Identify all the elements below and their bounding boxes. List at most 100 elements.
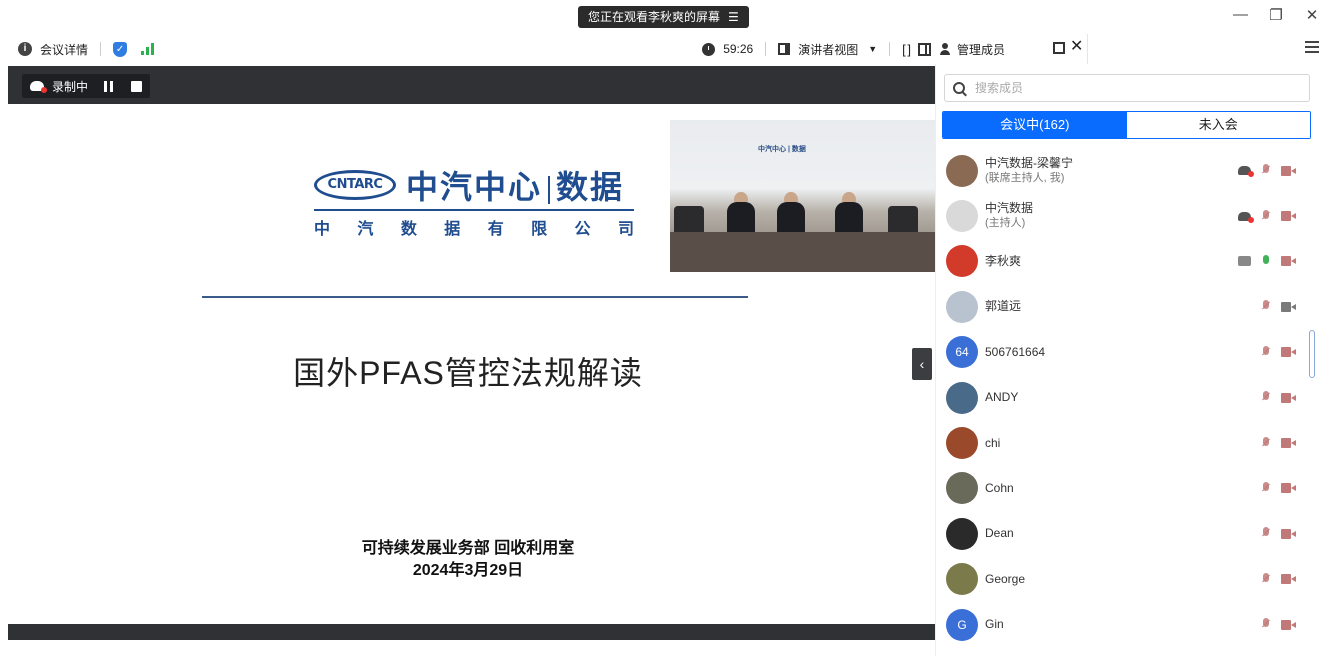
camera-off-icon[interactable] bbox=[1281, 256, 1296, 267]
member-status-icons bbox=[1238, 254, 1296, 268]
speaker-video-thumbnail[interactable]: 中汽中心 | 数据 bbox=[670, 120, 935, 272]
meeting-timer: 59:26 bbox=[723, 42, 754, 56]
avatar bbox=[946, 472, 978, 505]
close-panel-icon[interactable]: ✕ bbox=[1070, 39, 1083, 55]
camera-off-icon[interactable] bbox=[1281, 574, 1296, 585]
recording-controls: 录制中 bbox=[22, 74, 151, 98]
tab-not-joined[interactable]: 未入会 bbox=[1126, 112, 1310, 138]
cloud-recording-icon[interactable] bbox=[1238, 211, 1254, 223]
member-status-icons bbox=[1261, 300, 1296, 313]
toolbar-right: 59:26 演讲者视图 ▼ [ ] bbox=[702, 34, 931, 64]
search-input[interactable] bbox=[975, 81, 1275, 95]
camera-off-icon[interactable] bbox=[1281, 483, 1296, 494]
collapse-panel-chevron-icon[interactable]: ‹ bbox=[912, 348, 932, 380]
screen-share-banner[interactable]: 您正在观看李秋爽的屏幕 ☰ bbox=[578, 6, 749, 28]
camera-off-icon[interactable] bbox=[1281, 165, 1296, 176]
camera-off-icon[interactable] bbox=[1281, 392, 1296, 403]
microphone-muted-icon[interactable] bbox=[1261, 391, 1271, 404]
tab-in-meeting[interactable]: 会议中(162) bbox=[943, 112, 1127, 138]
member-search[interactable] bbox=[944, 74, 1310, 102]
company-subtitle-char: 据 bbox=[444, 221, 461, 238]
search-icon bbox=[953, 82, 965, 94]
camera-off-icon[interactable] bbox=[1281, 438, 1296, 449]
popout-icon[interactable] bbox=[1053, 42, 1065, 54]
restore-icon[interactable]: ❐ bbox=[1269, 6, 1283, 24]
microphone-muted-icon[interactable] bbox=[1261, 436, 1271, 450]
member-status-icons bbox=[1261, 345, 1296, 359]
screen-share-banner-text: 您正在观看李秋爽的屏幕 bbox=[588, 10, 721, 24]
member-name: 中汽数据-梁馨宁 bbox=[985, 155, 1073, 170]
microphone-muted-icon[interactable] bbox=[1261, 164, 1271, 177]
company-subtitle-char: 有 bbox=[487, 221, 504, 238]
company-subtitle-char: 司 bbox=[617, 221, 634, 238]
presenter-view-icon[interactable] bbox=[778, 43, 791, 55]
split-view-icon[interactable] bbox=[918, 42, 931, 56]
panel-tab-strip bbox=[1087, 34, 1287, 64]
camera-icon[interactable] bbox=[1281, 301, 1296, 312]
microphone-muted-icon[interactable] bbox=[1261, 300, 1271, 313]
camera-off-icon[interactable] bbox=[1281, 211, 1296, 222]
list-item[interactable]: 李秋爽 bbox=[936, 239, 1316, 284]
toolbar-divider bbox=[889, 42, 891, 56]
company-subtitle-char: 中 bbox=[314, 221, 331, 238]
microphone-muted-icon[interactable] bbox=[1261, 481, 1271, 495]
screen-share-icon[interactable] bbox=[1238, 256, 1251, 267]
list-item[interactable]: chi bbox=[936, 420, 1316, 465]
list-item[interactable]: G Gin bbox=[936, 602, 1316, 647]
avatar bbox=[946, 381, 978, 414]
list-item[interactable]: 中汽数据 (主持人) bbox=[936, 193, 1316, 238]
microphone-muted-icon[interactable] bbox=[1261, 527, 1271, 540]
member-status-icons bbox=[1261, 527, 1296, 540]
member-name-block: George bbox=[985, 572, 1025, 587]
minimize-icon[interactable]: — bbox=[1233, 6, 1248, 24]
meeting-toolbar: i 会议详情 ✓ 59:26 演讲者视图 ▼ [ ] bbox=[0, 34, 935, 64]
member-status-icons bbox=[1238, 164, 1296, 178]
list-item[interactable]: 中汽数据-梁馨宁 (联席主持人, 我) bbox=[936, 148, 1316, 193]
avatar bbox=[946, 154, 978, 187]
company-subtitle-char: 限 bbox=[531, 221, 548, 238]
camera-off-icon[interactable] bbox=[1281, 528, 1296, 539]
clock-icon bbox=[702, 42, 716, 56]
meeting-app: 您正在观看李秋爽的屏幕 ☰ — ❐ ✕ i 会议详情 ✓ 59:26 演讲者视图… bbox=[0, 0, 1333, 656]
security-shield-icon[interactable]: ✓ bbox=[113, 41, 128, 57]
member-name-block: 郭道远 bbox=[985, 299, 1021, 314]
cloud-recording-icon[interactable] bbox=[1238, 166, 1254, 178]
microphone-muted-icon[interactable] bbox=[1261, 209, 1271, 223]
chevron-down-icon[interactable]: ▼ bbox=[868, 44, 877, 54]
camera-off-icon[interactable] bbox=[1281, 347, 1296, 358]
avatar bbox=[946, 200, 978, 233]
microphone-muted-icon[interactable] bbox=[1261, 345, 1271, 359]
list-item[interactable]: Cohn bbox=[936, 466, 1316, 511]
pause-recording-icon[interactable] bbox=[104, 80, 114, 92]
microphone-muted-icon[interactable] bbox=[1261, 572, 1271, 586]
member-name-block: 中汽数据-梁馨宁 (联席主持人, 我) bbox=[985, 156, 1073, 186]
list-item[interactable]: 郭道远 bbox=[936, 284, 1316, 329]
camera-off-icon[interactable] bbox=[1281, 619, 1296, 630]
member-list-scrollbar[interactable] bbox=[1309, 330, 1315, 378]
member-name-block: Dean bbox=[985, 526, 1014, 541]
slide-department: 可持续发展业务部 回收利用室 bbox=[361, 540, 575, 557]
member-name: 郭道远 bbox=[985, 299, 1022, 314]
member-name: Cohn bbox=[985, 480, 1014, 495]
hamburger-menu-icon[interactable] bbox=[1305, 41, 1319, 55]
microphone-muted-icon[interactable] bbox=[1261, 618, 1271, 631]
stop-recording-icon[interactable] bbox=[131, 80, 143, 92]
list-item[interactable]: 64 506761664 bbox=[936, 330, 1316, 375]
close-icon[interactable]: ✕ bbox=[1305, 6, 1319, 24]
video-conference-table bbox=[670, 232, 935, 272]
network-signal-icon[interactable] bbox=[141, 43, 155, 55]
list-item[interactable]: ANDY bbox=[936, 375, 1316, 420]
shared-screen-stage: 录制中 CNTARC 中汽中心 数据 中 汽 数 据 有 限 公 司 国外PFAS… bbox=[8, 66, 935, 640]
menu-icon[interactable]: ☰ bbox=[728, 6, 739, 28]
fullscreen-icon[interactable]: [ ] bbox=[902, 42, 911, 57]
list-item[interactable]: George bbox=[936, 557, 1316, 602]
info-icon[interactable]: i bbox=[18, 42, 32, 56]
meeting-details-button[interactable]: 会议详情 bbox=[40, 41, 88, 58]
presenter-view-button[interactable]: 演讲者视图 bbox=[798, 41, 858, 58]
member-name-block: 李秋爽 bbox=[985, 254, 1021, 269]
list-item[interactable]: Dean bbox=[936, 511, 1316, 556]
member-name: 李秋爽 bbox=[985, 253, 1022, 268]
avatar bbox=[946, 245, 978, 278]
member-name: George bbox=[985, 571, 1026, 586]
microphone-on-icon[interactable] bbox=[1261, 254, 1271, 268]
